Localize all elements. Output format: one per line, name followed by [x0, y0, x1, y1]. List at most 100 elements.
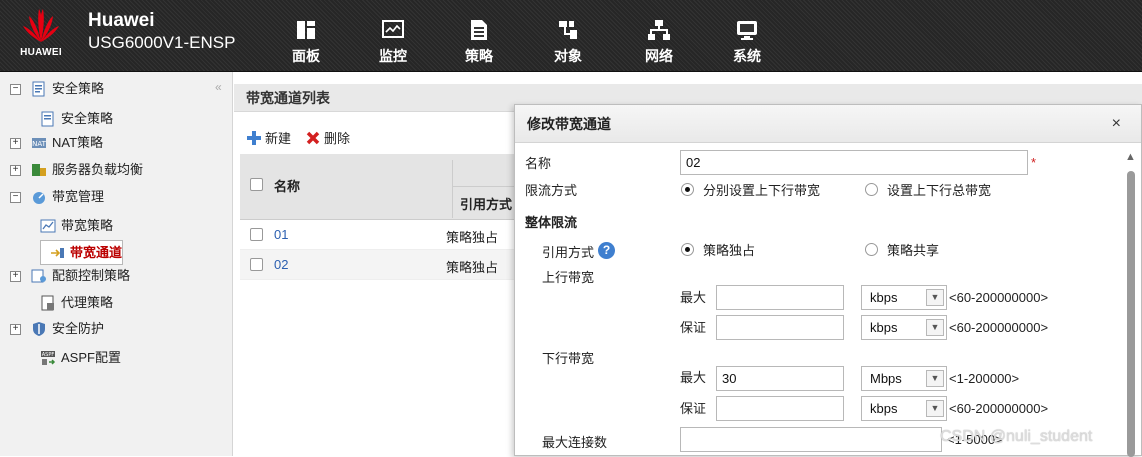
new-button[interactable]: 新建: [246, 128, 291, 147]
device-model: USG6000V1-ENSP: [88, 33, 236, 52]
radio-label: 分别设置上下行带宽: [703, 183, 821, 198]
scrollbar-thumb[interactable]: [1127, 171, 1135, 457]
expand-icon[interactable]: +: [10, 323, 21, 335]
sidebar-item-label: 配额控制策略: [52, 268, 131, 283]
nav-label: 面板: [292, 48, 320, 64]
row-name-link[interactable]: 02: [274, 257, 288, 272]
chevron-down-icon: ▼: [926, 289, 944, 306]
collapse-sidebar-button[interactable]: «: [215, 80, 222, 94]
chart-icon: [40, 219, 56, 233]
sidebar-item-label: 安全策略: [61, 111, 114, 126]
plus-icon: [247, 130, 261, 145]
collapse-icon[interactable]: −: [10, 191, 21, 203]
row-name-link[interactable]: 01: [274, 227, 288, 242]
row-checkbox[interactable]: [250, 228, 263, 241]
watermark: CSDN @nuli_student: [940, 428, 1093, 445]
dialog-scrollbar[interactable]: ▲: [1123, 151, 1139, 457]
row-ref: 策略独占: [446, 260, 499, 275]
limit-mode-separate-radio[interactable]: 分别设置上下行带宽: [681, 180, 820, 199]
close-button[interactable]: ×: [1112, 105, 1121, 143]
up-guar-label: 保证: [680, 320, 707, 335]
collapse-icon[interactable]: −: [10, 83, 21, 95]
table-row[interactable]: 02 策略独占: [240, 250, 530, 280]
up-guar-unit-select[interactable]: kbps ▼: [861, 315, 947, 340]
table-row[interactable]: 01 策略独占: [240, 220, 530, 250]
ref-mode-shared-radio[interactable]: 策略共享: [865, 240, 939, 259]
new-label: 新建: [265, 131, 292, 146]
limit-mode-label: 限流方式: [525, 183, 578, 198]
sidebar-item-bandwidth-policy[interactable]: 带宽策略: [40, 215, 113, 237]
down-max-label: 最大: [680, 370, 707, 385]
brand-name: Huawei: [88, 10, 155, 31]
sidebar-item-bandwidth-channel[interactable]: 带宽通道: [40, 240, 124, 265]
sidebar-item-bandwidth-management[interactable]: − 带宽管理: [10, 186, 104, 208]
up-max-label: 最大: [680, 290, 707, 305]
huawei-logo-icon: [23, 9, 59, 42]
channel-table: 名称 引用方式 01 策略独占 02 策略独占: [240, 154, 530, 280]
name-input[interactable]: 02: [680, 150, 1028, 175]
sidebar-item-label: 安全策略: [52, 81, 105, 96]
down-max-input[interactable]: 30: [716, 366, 844, 391]
up-guar-input[interactable]: [716, 315, 844, 340]
sidebar-item-proxy-policy[interactable]: 代理策略: [40, 292, 113, 314]
column-header-name[interactable]: 名称: [274, 176, 300, 195]
upstream-label: 上行带宽: [542, 270, 595, 285]
chevron-down-icon: ▼: [926, 319, 944, 336]
limit-mode-total-radio[interactable]: 设置上下行总带宽: [865, 180, 991, 199]
row-checkbox[interactable]: [250, 258, 263, 271]
nav-network[interactable]: 网络: [629, 14, 689, 72]
radio-selected-icon: [681, 243, 694, 256]
aspf-icon: ASPF: [41, 351, 56, 365]
radio-unselected-icon: [865, 183, 878, 196]
nav-monitor[interactable]: 监控: [363, 14, 423, 72]
document-icon: [41, 111, 54, 127]
document-icon: [32, 81, 45, 97]
expand-icon[interactable]: +: [10, 137, 21, 149]
monitor-icon: [382, 20, 404, 38]
sidebar-item-security-protection[interactable]: + 安全防护: [10, 318, 104, 340]
dialog-title: 修改带宽通道: [515, 105, 1141, 143]
scroll-up-icon[interactable]: ▲: [1125, 151, 1136, 163]
down-guar-input[interactable]: [716, 396, 844, 421]
expand-icon[interactable]: +: [10, 270, 21, 282]
select-value: Mbps: [870, 371, 902, 386]
nav-system[interactable]: 系统: [717, 14, 777, 72]
down-guar-label: 保证: [680, 401, 707, 416]
column-header-ref[interactable]: 引用方式: [460, 194, 512, 213]
huawei-logo: HUAWEI: [10, 6, 72, 66]
sidebar-item-security-policy[interactable]: 安全策略: [40, 108, 113, 130]
sidebar-item-nat-policy[interactable]: + NAT NAT策略: [10, 132, 103, 154]
sidebar-item-label: 带宽管理: [52, 189, 105, 204]
sidebar-item-security-policy-group[interactable]: − 安全策略: [10, 78, 104, 100]
expand-icon[interactable]: +: [10, 164, 21, 176]
max-connections-input[interactable]: [680, 427, 942, 452]
delete-button[interactable]: 删除: [305, 128, 350, 147]
up-max-unit-select[interactable]: kbps ▼: [861, 285, 947, 310]
nav-label: 策略: [465, 48, 493, 64]
nav-label: 监控: [379, 48, 407, 64]
chevron-down-icon: ▼: [926, 370, 944, 387]
sidebar-item-aspf-config[interactable]: ASPF ASPF配置: [40, 347, 121, 369]
chevron-down-icon: ▼: [926, 400, 944, 417]
ref-mode-exclusive-radio[interactable]: 策略独占: [681, 240, 755, 259]
sidebar-item-server-load-balancing[interactable]: + 服务器负载均衡: [10, 159, 143, 181]
delete-label: 删除: [324, 131, 351, 146]
select-all-checkbox[interactable]: [250, 178, 263, 191]
nav-label: 系统: [733, 48, 761, 64]
nav-object[interactable]: 对象: [538, 14, 598, 72]
nav-label: 网络: [645, 48, 673, 64]
down-guar-range: <60-200000000>: [949, 401, 1049, 416]
sidebar-item-label: NAT策略: [52, 135, 104, 150]
down-max-unit-select[interactable]: Mbps ▼: [861, 366, 947, 391]
down-guar-unit-select[interactable]: kbps ▼: [861, 396, 947, 421]
sidebar-item-quota-control-policy[interactable]: + 配额控制策略: [10, 265, 130, 287]
help-icon[interactable]: ?: [598, 242, 615, 259]
radio-label: 设置上下行总带宽: [887, 183, 992, 198]
svg-text:ASPF: ASPF: [42, 352, 55, 358]
channel-icon: [51, 247, 64, 258]
nav-policy[interactable]: 策略: [449, 14, 509, 72]
nat-icon: NAT: [32, 138, 47, 148]
nav-panel[interactable]: 面板: [276, 14, 336, 72]
name-label: 名称: [525, 156, 552, 171]
up-max-input[interactable]: [716, 285, 844, 310]
